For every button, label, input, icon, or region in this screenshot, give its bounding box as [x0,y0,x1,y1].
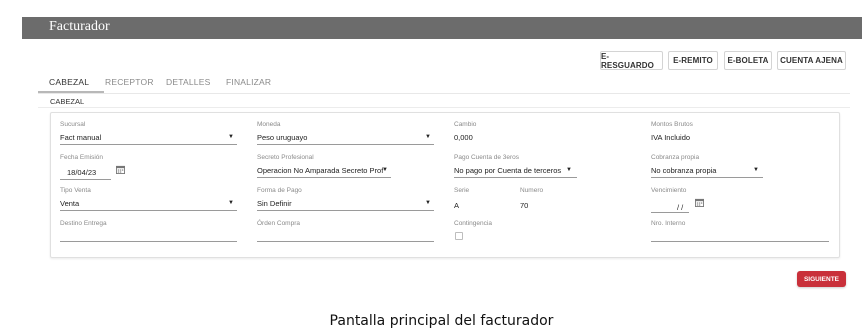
fecha-emision-label: Fecha Emisión [60,154,103,161]
pago-cuenta-terceros-underline [454,177,577,178]
secreto-profesional-label: Secreto Profesional [257,154,314,161]
tab-receptor[interactable]: RECEPTOR [105,77,154,87]
forma-pago-label: Forma de Pago [257,187,302,194]
cambio-value: 0,000 [454,133,473,142]
tabs-divider [38,93,850,94]
caret-down-icon: ▼ [566,167,572,173]
caret-down-icon: ▼ [425,200,431,206]
destino-entrega-input[interactable] [60,241,237,242]
tipo-venta-underline [60,210,237,211]
orden-compra-input[interactable] [257,241,434,242]
cobranza-propia-value: No cobranza propia [651,166,717,175]
cambio-label: Cambio [454,121,477,128]
forma-pago-value: Sin Definir [257,199,292,208]
numero-value: 70 [520,201,529,210]
montos-brutos-label: Montos Brutos [651,121,693,128]
section-divider [38,107,850,108]
forma-pago-underline [257,210,434,211]
toolbar: E-RESGUARDO E-REMITO E-BOLETA CUENTA AJE… [0,51,867,71]
e-boleta-button[interactable]: E-BOLETA [724,51,772,70]
tab-cabezal[interactable]: CABEZAL [49,77,89,87]
fecha-emision-underline [60,179,111,180]
numero-label: Numero [520,187,544,194]
e-remito-button[interactable]: E-REMITO [668,51,718,70]
sucursal-value: Fact manual [60,133,102,142]
nro-interno-label: Nro. Interno [651,220,686,227]
caption: Pantalla principal del facturador [329,313,554,329]
caret-down-icon: ▼ [228,134,234,140]
pago-cuenta-terceros-label: Pago Cuenta de 3eros [454,154,520,161]
serie-label: Serie [454,187,470,194]
pago-cuenta-terceros-value: No pago por Cuenta de terceros [454,166,562,175]
caret-down-icon: ▼ [753,167,759,173]
contingencia-checkbox[interactable] [455,232,463,240]
nro-interno-input[interactable] [651,241,829,242]
tab-detalles[interactable]: DETALLES [166,77,210,87]
tab-finalizar[interactable]: FINALIZAR [226,77,271,87]
siguiente-button[interactable]: SIGUIENTE [797,271,846,287]
tipo-venta-value: Venta [60,199,80,208]
sucursal-label: Sucursal [60,121,86,128]
orden-compra-label: Órden Compra [257,220,300,227]
moneda-label: Moneda [257,121,281,128]
vencimiento-label: Vencimiento [651,187,687,194]
tipo-venta-label: Tipo Venta [60,187,91,194]
vencimiento-underline [651,212,689,213]
form-card: Sucursal Fact manual ▼ Moneda Peso urugu… [50,112,840,258]
e-resguardo-button[interactable]: E-RESGUARDO [600,51,663,70]
calendar-icon[interactable] [116,165,125,174]
serie-value: A [454,201,460,210]
caret-down-icon: ▼ [425,134,431,140]
fecha-emision-value: 18/04/23 [67,168,97,177]
contingencia-label: Contingencia [454,220,492,227]
calendar-icon[interactable] [695,198,704,207]
destino-entrega-label: Destino Entrega [60,220,107,227]
caret-down-icon: ▼ [228,200,234,206]
sucursal-underline [60,144,237,145]
moneda-value: Peso uruguayo [257,133,308,142]
cobranza-propia-underline [651,177,763,178]
app-title: Facturador [49,19,110,34]
montos-brutos-value: IVA Incluido [651,133,691,142]
cuenta-ajena-button[interactable]: CUENTA AJENA [777,51,846,70]
cobranza-propia-label: Cobranza propia [651,154,700,161]
section-title: CABEZAL [50,97,85,106]
caret-down-icon: ▼ [382,167,388,173]
secreto-profesional-value: Operacion No Amparada Secreto Prof [257,166,384,175]
vencimiento-value: / / [677,203,684,212]
moneda-underline [257,144,434,145]
secreto-profesional-underline [257,177,391,178]
app-titlebar: Facturador [22,17,862,39]
